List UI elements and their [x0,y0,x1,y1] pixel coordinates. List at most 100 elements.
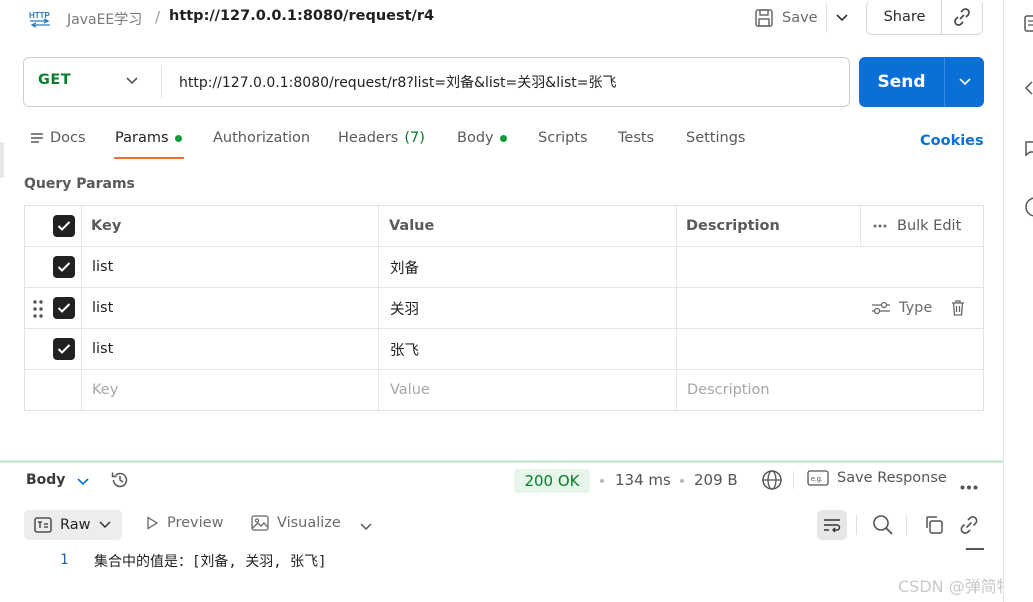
wrap-lines-button[interactable] [817,510,847,540]
status-dot [499,134,507,142]
param-key[interactable]: list [92,288,113,328]
globe-icon[interactable] [761,469,783,495]
check-icon [57,221,71,231]
save-response-button[interactable]: e.g. Save Response [807,470,947,486]
chevron-down-icon[interactable] [76,475,90,491]
history-icon[interactable] [110,470,130,494]
table-header-row: Key Value Description Bulk Edit [25,206,983,247]
row-checkbox[interactable] [53,338,75,360]
param-value[interactable]: 关羽 [390,288,419,328]
more-dots-icon [873,224,887,228]
save-label: Save [782,10,818,26]
table-row-new: Key Value Description [25,370,983,411]
bulk-edit-button[interactable]: Bulk Edit [860,206,983,246]
response-content[interactable]: 集合中的值是：[刘备, 关羽, 张飞] [94,551,327,571]
tab-scripts[interactable]: Scripts [538,130,588,146]
http-request-icon: HTTP [28,8,52,28]
url-input[interactable]: http://127.0.0.1:8080/request/r8?list=刘备… [179,72,617,92]
scroll-marker [966,548,984,550]
delete-row-button[interactable] [951,288,965,328]
divider [793,471,794,489]
copy-link-button[interactable] [941,0,983,35]
tab-label: Body [457,130,494,146]
param-key[interactable]: list [92,247,113,287]
response-body-select[interactable]: Body [26,472,65,488]
new-value-input[interactable]: Value [390,370,430,410]
link-icon[interactable] [958,514,980,540]
preview-label: Preview [167,515,224,531]
response-time[interactable]: 134 ms [615,471,671,489]
chevron-down-icon[interactable] [125,73,139,91]
play-icon [147,516,159,530]
value-column-header: Value [389,218,435,234]
save-button[interactable]: Save [750,3,824,33]
type-label: Type [899,300,933,316]
raw-label: Raw [60,517,91,533]
cookies-link[interactable]: Cookies [920,133,984,149]
select-all-checkbox[interactable] [53,215,75,237]
line-number: 1 [60,552,69,568]
active-tab-indicator [114,157,184,159]
param-value[interactable]: 张飞 [390,329,419,369]
left-gutter [0,142,4,178]
raw-view-select[interactable]: Raw [24,510,122,540]
table-row: list 张飞 [25,329,983,370]
drag-handle-icon[interactable] [33,300,43,318]
visualize-button[interactable]: Visualize [251,515,341,531]
image-icon [251,515,269,531]
query-params-title: Query Params [24,176,135,192]
share-button[interactable]: Share [866,0,942,35]
table-row: list 关羽 Type [25,288,983,329]
save-options-button[interactable] [826,3,856,33]
table-row: list 刘备 [25,247,983,288]
send-button[interactable]: Send [859,57,944,107]
tab-body[interactable]: Body [457,130,507,146]
tab-docs[interactable]: Docs [30,130,86,146]
svg-text:e.g.: e.g. [811,476,823,483]
more-options-icon[interactable] [960,478,978,494]
request-title[interactable]: http://127.0.0.1:8080/request/r4 [169,8,434,24]
preview-button[interactable]: Preview [145,515,223,531]
new-description-input[interactable]: Description [687,370,770,410]
new-key-input[interactable]: Key [92,370,118,410]
visualize-label: Visualize [277,515,341,531]
chevron-down-icon [835,14,848,22]
copy-icon[interactable] [923,514,945,540]
search-icon[interactable] [872,514,894,540]
breadcrumb-separator: / [155,8,161,26]
code-icon[interactable] [1024,78,1033,102]
svg-text:HTTP: HTTP [29,11,51,20]
row-checkbox[interactable] [53,256,75,278]
check-icon [57,262,71,272]
tab-label: Authorization [213,130,311,146]
breadcrumb-collection[interactable]: JavaEE学习 [67,9,142,29]
tab-tests[interactable]: Tests [618,130,654,146]
save-icon [755,9,773,27]
type-button[interactable]: Type [871,288,932,328]
response-divider[interactable] [0,460,1003,463]
param-value[interactable]: 刘备 [390,247,419,287]
param-key[interactable]: list [92,329,113,369]
chevron-down-icon[interactable] [359,520,373,536]
tab-params[interactable]: Params [115,130,182,146]
key-column-header: Key [91,218,122,234]
tab-label: Headers [338,130,399,146]
bulk-edit-label: Bulk Edit [897,218,962,234]
row-checkbox[interactable] [53,297,75,319]
method-select[interactable]: GET [38,72,71,88]
tab-authorization[interactable]: Authorization [213,130,310,146]
chevron-down-icon [958,78,971,86]
check-icon [57,303,71,313]
tab-settings[interactable]: Settings [686,130,745,146]
send-options-button[interactable] [944,57,984,107]
watermark: CSDN @弹简特 [898,577,1013,596]
info-icon[interactable] [1024,196,1033,222]
comments-icon[interactable] [1024,138,1033,162]
response-size[interactable]: 209 B [694,471,738,489]
tab-count: (7) [404,130,425,146]
documentation-icon[interactable] [1024,14,1033,38]
status-badge[interactable]: 200 OK [514,469,590,493]
example-icon: e.g. [807,470,829,486]
tab-headers[interactable]: Headers (7) [338,130,425,146]
divider [856,515,857,535]
